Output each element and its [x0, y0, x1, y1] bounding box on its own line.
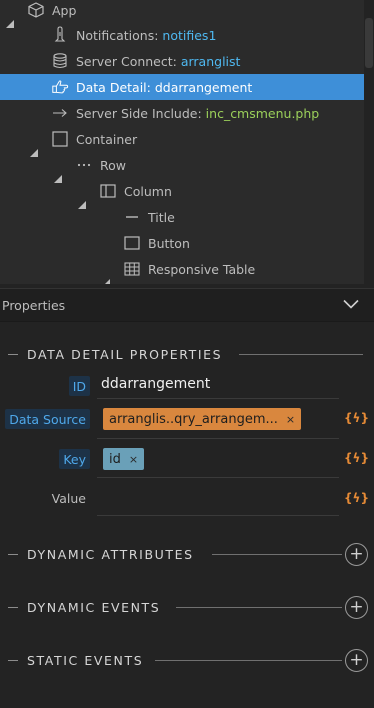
section-static-events[interactable]: STATIC EVENTS + [0, 649, 374, 672]
cube-icon [27, 1, 45, 19]
tree-item-label: Notifications: [76, 27, 163, 43]
property-value: Value {ϟ} [0, 486, 374, 512]
section-dash [8, 554, 18, 555]
section-dynamic-events[interactable]: DYNAMIC EVENTS + [0, 596, 374, 619]
tree-scrollbar-thumb[interactable] [365, 18, 373, 68]
expanded-triangle-icon[interactable] [6, 5, 16, 28]
dynamic-data-picker-icon[interactable]: {ϟ} [344, 491, 369, 505]
field-separator [97, 515, 339, 516]
tree-item-value: arranglist [180, 53, 241, 69]
section-dynamic-attributes[interactable]: DYNAMIC ATTRIBUTES + [0, 543, 374, 566]
remove-chip-icon[interactable]: × [129, 453, 138, 466]
tree-item-label: Data Detail: ddarrangement [76, 79, 253, 95]
tree-item-label: App [52, 2, 77, 18]
dynamic-data-picker-icon[interactable]: {ϟ} [344, 451, 369, 465]
expanded-triangle-icon[interactable] [78, 186, 88, 209]
database-icon [51, 52, 69, 70]
structure-tree: App Notifications: notifies1 Server Conn… [0, 0, 364, 284]
bell-icon [51, 26, 69, 44]
pointing-hand-icon [51, 78, 69, 96]
property-data-source: Data Source arranglis..qry_arrangem... ×… [0, 406, 374, 432]
tree-item-label: Server Side Include: [76, 105, 206, 121]
tree-item-value: notifies1 [162, 27, 217, 43]
value-label: Value [51, 490, 86, 506]
tree-item-row[interactable]: Row [0, 152, 364, 183]
add-static-event-button[interactable]: + [345, 649, 368, 672]
tree-item-column[interactable]: Column [0, 178, 364, 209]
tree-item-label: Server Connect: [76, 53, 181, 69]
dash-icon [123, 208, 141, 226]
key-label: Key [59, 449, 90, 469]
expanded-triangle-icon[interactable] [54, 160, 64, 183]
tree-item-title[interactable]: Title [0, 204, 364, 230]
column-icon [99, 182, 117, 200]
section-rule [155, 660, 342, 661]
add-dynamic-event-button[interactable]: + [345, 596, 368, 619]
tree-item-data-detail[interactable]: Data Detail: ddarrangement [0, 74, 364, 100]
tree-item-responsive-table[interactable]: Responsive Table [0, 256, 364, 284]
expanded-triangle-icon[interactable] [30, 134, 40, 157]
tree-item-label: Responsive Table [148, 261, 256, 277]
data-source-chip[interactable]: arranglis..qry_arrangem... × [103, 408, 301, 430]
field-separator [97, 398, 339, 399]
tree-item-label: Row [100, 157, 126, 173]
data-source-chip-text: arranglis..qry_arrangem... [109, 411, 278, 427]
section-rule [176, 607, 342, 608]
tree-item-label: Title [148, 209, 175, 225]
property-key: Key id × {ϟ} [0, 446, 374, 472]
tree-item-label: Button [148, 235, 190, 251]
tree-item-app[interactable]: App [0, 0, 364, 28]
properties-title: Properties [2, 298, 66, 313]
id-input[interactable]: ddarrangement [101, 376, 210, 392]
section-rule [239, 354, 363, 355]
arrow-right-icon [51, 104, 69, 122]
field-separator [97, 477, 339, 478]
tree-item-server-side-include[interactable]: Server Side Include: inc_cmsmenu.php [0, 100, 364, 126]
expanded-triangle-icon[interactable] [102, 264, 112, 284]
tree-item-server-connect[interactable]: Server Connect: arranglist [0, 48, 364, 74]
dynamic-data-picker-icon[interactable]: {ϟ} [344, 411, 369, 425]
table-grid-icon [123, 260, 141, 278]
section-dash [8, 660, 18, 661]
tree-item-notifications[interactable]: Notifications: notifies1 [0, 22, 364, 48]
section-rule [212, 554, 342, 555]
property-id: ID ddarrangement [0, 374, 374, 398]
chevron-down-icon[interactable] [342, 297, 360, 314]
section-title: DATA DETAIL PROPERTIES [27, 347, 223, 362]
section-title: DYNAMIC ATTRIBUTES [27, 547, 194, 562]
square-outline-icon [51, 130, 69, 148]
properties-header[interactable]: Properties [0, 288, 374, 322]
key-chip-text: id [109, 451, 121, 467]
field-separator [97, 438, 339, 439]
key-chip[interactable]: id × [103, 448, 145, 470]
section-dash [8, 354, 18, 355]
tree-item-button[interactable]: Button [0, 230, 364, 256]
button-outline-icon [123, 234, 141, 252]
section-title: DYNAMIC EVENTS [27, 600, 161, 615]
dots-icon [75, 156, 93, 174]
section-dash [8, 607, 18, 608]
section-title: STATIC EVENTS [27, 653, 144, 668]
remove-chip-icon[interactable]: × [286, 413, 295, 426]
section-data-detail-properties: DATA DETAIL PROPERTIES [0, 345, 374, 365]
tree-item-container[interactable]: Container [0, 126, 364, 157]
data-source-label: Data Source [5, 409, 90, 429]
add-dynamic-attribute-button[interactable]: + [345, 543, 368, 566]
id-label: ID [68, 376, 90, 396]
tree-item-label: Column [124, 183, 172, 199]
tree-item-value: inc_cmsmenu.php [205, 105, 320, 121]
tree-item-label: Container [76, 131, 138, 147]
